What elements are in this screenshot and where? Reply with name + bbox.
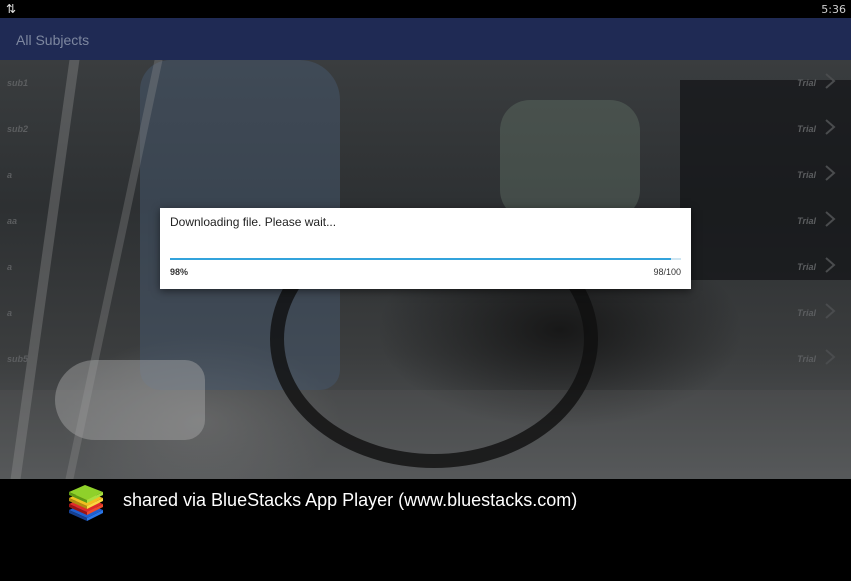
chevron-right-icon [823, 348, 837, 366]
status-time: 5:36 [821, 3, 846, 16]
status-bar: ⇅ 5:36 [0, 0, 851, 18]
subject-name: sub5 [7, 354, 29, 364]
chevron-right-icon [823, 72, 837, 90]
progress-bar [170, 258, 681, 260]
list-item[interactable]: sub2 Trial [0, 106, 851, 152]
chevron-right-icon [823, 118, 837, 136]
list-item[interactable]: sub1 Trial [0, 60, 851, 106]
subject-name: a [7, 262, 13, 272]
subject-name: a [7, 170, 13, 180]
subject-name: sub2 [7, 124, 29, 134]
subject-status: Trial [797, 308, 816, 318]
bluestacks-footer: shared via BlueStacks App Player (www.bl… [0, 479, 851, 581]
footer-text: shared via BlueStacks App Player (www.bl… [123, 490, 578, 510]
subject-status: Trial [797, 124, 816, 134]
subject-name: aa [7, 216, 18, 226]
chevron-right-icon [823, 164, 837, 182]
subject-status: Trial [797, 78, 816, 88]
progress-percent: 98% [170, 267, 189, 277]
dialog-message: Downloading file. Please wait... [170, 215, 337, 229]
subject-status: Trial [797, 354, 816, 364]
subject-status: Trial [797, 216, 816, 226]
progress-bar-fill [170, 258, 671, 260]
action-bar: All Subjects [0, 18, 851, 60]
download-progress-dialog: Downloading file. Please wait... 98% 98/… [160, 208, 691, 289]
chevron-right-icon [823, 210, 837, 228]
page-title: All Subjects [16, 32, 90, 48]
subject-name: a [7, 308, 13, 318]
chevron-right-icon [823, 256, 837, 274]
usb-icon: ⇅ [6, 2, 17, 16]
list-item[interactable]: sub5 Trial [0, 336, 851, 382]
subject-name: sub1 [7, 78, 29, 88]
list-item[interactable]: a Trial [0, 152, 851, 198]
subject-status: Trial [797, 262, 816, 272]
bluestacks-logo-icon [66, 483, 106, 523]
list-item[interactable]: a Trial [0, 290, 851, 336]
chevron-right-icon [823, 302, 837, 320]
subject-status: Trial [797, 170, 816, 180]
progress-count: 98/100 [653, 267, 681, 277]
